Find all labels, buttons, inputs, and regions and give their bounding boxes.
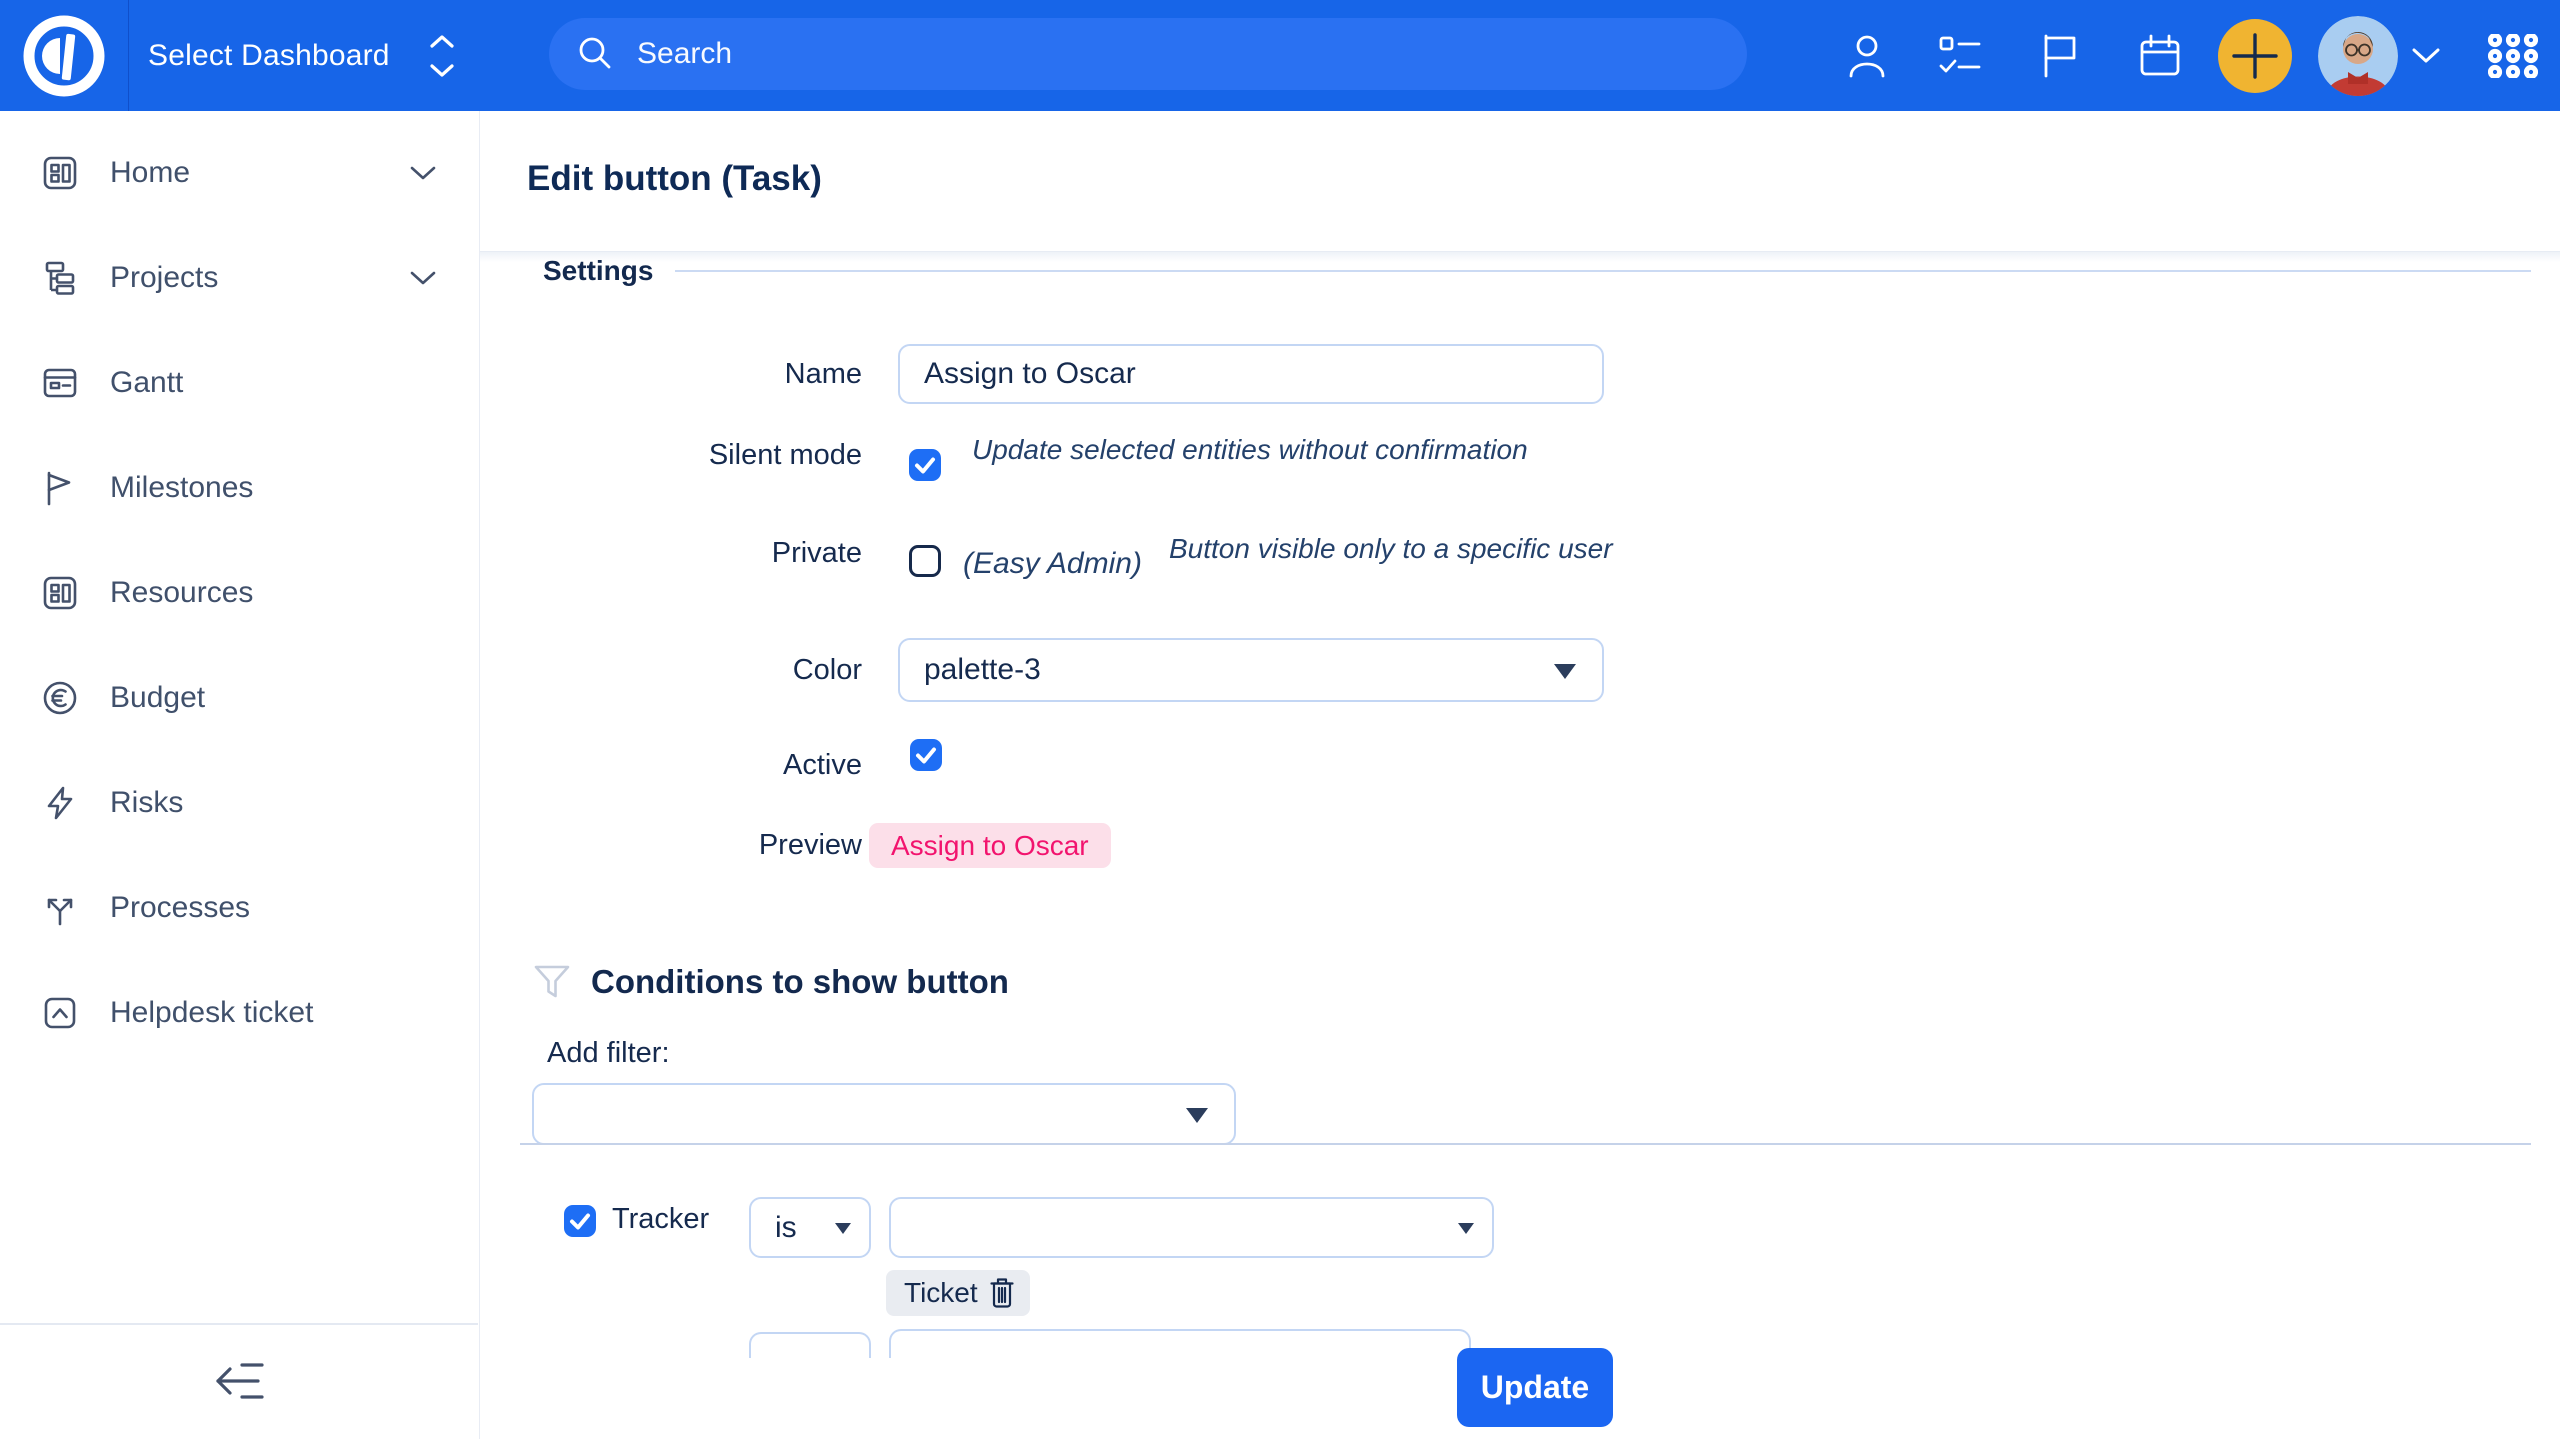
account-menu[interactable] bbox=[2318, 0, 2398, 111]
add-filter-select[interactable] bbox=[532, 1083, 1236, 1145]
projects-tree-icon bbox=[42, 260, 78, 296]
tracker-value-select[interactable] bbox=[889, 1197, 1494, 1258]
funnel-icon bbox=[533, 963, 571, 1001]
sidebar-item-processes[interactable]: Processes bbox=[0, 855, 478, 960]
tasks-icon bbox=[1939, 36, 1981, 76]
silent-mode-hint: Update selected entities without confirm… bbox=[972, 434, 1528, 466]
sidebar-item-label: Gantt bbox=[110, 366, 183, 400]
ticket-chip-label: Ticket bbox=[904, 1277, 978, 1309]
sidebar-item-label: Helpdesk ticket bbox=[110, 996, 313, 1030]
apps-grid-icon bbox=[2488, 34, 2538, 78]
legend-rule bbox=[675, 270, 2531, 272]
plus-icon bbox=[2218, 19, 2292, 93]
sidebar-menu: Home Projects bbox=[0, 120, 478, 1065]
settings-legend-label: Settings bbox=[543, 255, 653, 287]
sidebar-item-projects[interactable]: Projects bbox=[0, 225, 478, 330]
collapse-arrow-icon bbox=[214, 1359, 266, 1403]
processes-branch-icon bbox=[42, 890, 78, 926]
private-suffix: (Easy Admin) bbox=[963, 547, 1142, 581]
user-icon bbox=[1846, 34, 1888, 78]
budget-euro-icon bbox=[42, 680, 78, 716]
apps-grid-button[interactable] bbox=[2488, 0, 2538, 111]
color-select-value: palette-3 bbox=[924, 653, 1041, 687]
chevron-down-icon bbox=[2412, 48, 2440, 64]
preview-badge: Assign to Oscar bbox=[869, 823, 1111, 868]
tasks-button[interactable] bbox=[1939, 0, 1981, 111]
add-button[interactable] bbox=[2218, 0, 2292, 111]
app-root: Select Dashboard bbox=[0, 0, 2560, 1439]
sidebar-item-budget[interactable]: Budget bbox=[0, 645, 478, 750]
name-input[interactable] bbox=[898, 344, 1604, 404]
conditions-heading: Conditions to show button bbox=[533, 962, 1009, 1002]
helpdesk-icon bbox=[42, 995, 78, 1031]
chevron-down-icon bbox=[410, 271, 436, 285]
preview-label: Preview bbox=[480, 828, 862, 862]
silent-mode-label: Silent mode bbox=[480, 438, 862, 472]
avatar bbox=[2318, 16, 2398, 96]
settings-fieldset-legend: Settings bbox=[543, 253, 2531, 289]
sidebar-item-risks[interactable]: Risks bbox=[0, 750, 478, 855]
private-checkbox[interactable] bbox=[909, 545, 941, 577]
user-button[interactable] bbox=[1846, 0, 1888, 111]
search-input[interactable] bbox=[635, 36, 1747, 72]
sidebar-item-label: Budget bbox=[110, 681, 205, 715]
tracker-filter-checkbox[interactable] bbox=[564, 1205, 596, 1237]
flag-icon bbox=[2042, 34, 2078, 78]
color-select[interactable]: palette-3 bbox=[898, 638, 1604, 702]
expand-chevrons-icon bbox=[426, 34, 458, 78]
chevron-down-icon bbox=[410, 166, 436, 180]
trash-icon[interactable] bbox=[990, 1278, 1014, 1308]
sidebar-item-gantt[interactable]: Gantt bbox=[0, 330, 478, 435]
update-button[interactable]: Update bbox=[1457, 1348, 1613, 1427]
tracker-selected-value-chip[interactable]: Ticket bbox=[886, 1270, 1030, 1316]
sidebar-divider bbox=[0, 1323, 478, 1325]
sidebar-item-label: Risks bbox=[110, 786, 183, 820]
flag-button[interactable] bbox=[2042, 0, 2078, 111]
brand-logo[interactable] bbox=[0, 0, 129, 111]
global-search[interactable] bbox=[549, 18, 1747, 90]
name-label: Name bbox=[480, 357, 862, 391]
topbar: Select Dashboard bbox=[0, 0, 2560, 111]
milestone-flag-icon bbox=[42, 470, 78, 506]
dashboard-selector-label: Select Dashboard bbox=[148, 39, 390, 73]
sidebar-item-label: Resources bbox=[110, 576, 253, 610]
tracker-filter-label: Tracker bbox=[612, 1202, 709, 1236]
sidebar-item-label: Processes bbox=[110, 891, 250, 925]
sidebar-item-helpdesk-ticket[interactable]: Helpdesk ticket bbox=[0, 960, 478, 1065]
sidebar-item-label: Projects bbox=[110, 261, 218, 295]
sidebar-item-label: Milestones bbox=[110, 471, 253, 505]
sidebar-item-resources[interactable]: Resources bbox=[0, 540, 478, 645]
resources-icon bbox=[42, 575, 78, 611]
tracker-operator-value: is bbox=[775, 1211, 797, 1245]
account-chevron[interactable] bbox=[2412, 0, 2440, 111]
private-label: Private bbox=[480, 536, 862, 570]
private-hint: Button visible only to a specific user bbox=[1169, 533, 1613, 565]
conditions-heading-label: Conditions to show button bbox=[591, 963, 1009, 1001]
page-title: Edit button (Task) bbox=[527, 159, 822, 199]
calendar-icon bbox=[2138, 34, 2182, 78]
risks-bolt-icon bbox=[42, 785, 78, 821]
sidebar-item-home[interactable]: Home bbox=[0, 120, 478, 225]
search-icon bbox=[577, 35, 615, 73]
easy-project-logo-icon bbox=[22, 14, 106, 98]
add-filter-label: Add filter: bbox=[547, 1036, 670, 1070]
gantt-icon bbox=[42, 365, 78, 401]
sidebar-item-label: Home bbox=[110, 156, 190, 190]
collapse-sidebar-button[interactable] bbox=[214, 1359, 266, 1403]
tracker-operator-select[interactable]: is bbox=[749, 1197, 871, 1258]
dashboard-icon bbox=[42, 155, 78, 191]
sidebar-item-milestones[interactable]: Milestones bbox=[0, 435, 478, 540]
active-label: Active bbox=[480, 748, 862, 782]
dashboard-selector[interactable]: Select Dashboard bbox=[148, 0, 458, 111]
filter-section-rule bbox=[520, 1143, 2531, 1145]
active-checkbox[interactable] bbox=[910, 739, 942, 771]
calendar-button[interactable] bbox=[2138, 0, 2182, 111]
color-label: Color bbox=[480, 653, 862, 687]
silent-mode-checkbox[interactable] bbox=[909, 449, 941, 481]
main-content: Edit button (Task) Settings Name Silent … bbox=[480, 111, 2560, 1439]
sidebar: Home Projects bbox=[0, 111, 480, 1439]
